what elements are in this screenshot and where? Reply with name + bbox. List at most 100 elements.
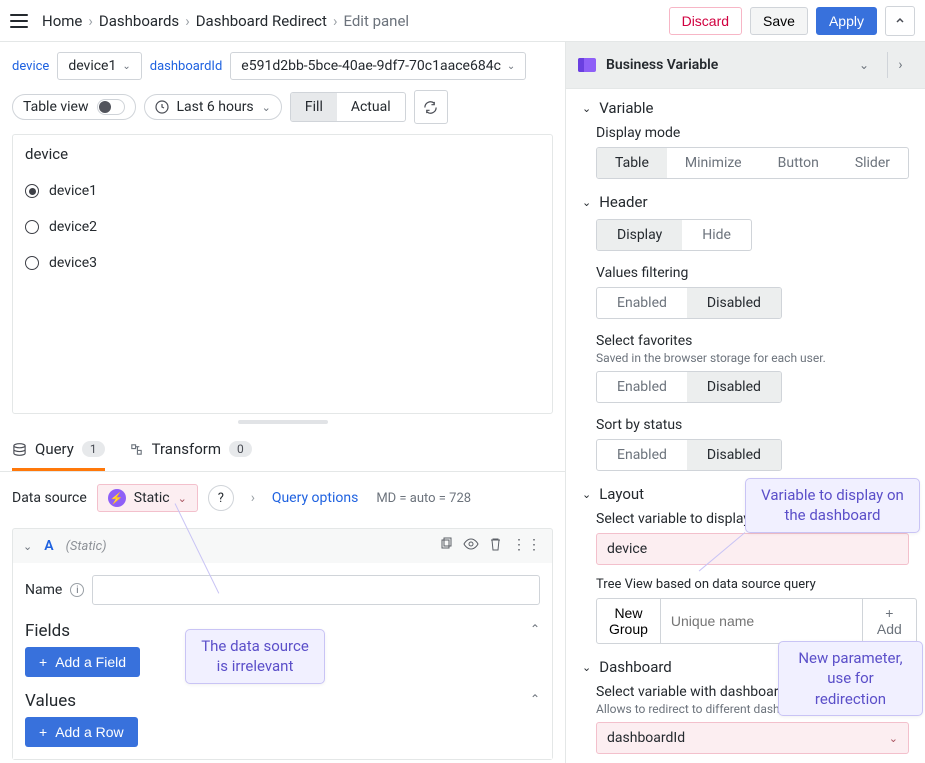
- header-display[interactable]: Display: [597, 220, 682, 250]
- var-device-select[interactable]: device1 ⌄: [57, 52, 141, 80]
- datasource-label: Data source: [12, 490, 87, 506]
- query-name-row: Name i: [25, 575, 540, 605]
- left-pane: device device1 ⌄ dashboardId e591d2bb-5b…: [0, 42, 565, 763]
- var-dashboard-label[interactable]: dashboardId: [150, 59, 223, 74]
- var-device-label[interactable]: device: [12, 59, 49, 74]
- collapse-panel-button[interactable]: [885, 6, 915, 36]
- refresh-button[interactable]: [414, 90, 448, 124]
- new-group-button[interactable]: New Group: [596, 598, 661, 644]
- sf-enabled[interactable]: Enabled: [597, 372, 687, 402]
- bottom-tabs: Query 1 Transform 0: [0, 428, 565, 472]
- add-field-label: Add a Field: [55, 654, 126, 670]
- chevron-down-icon[interactable]: ⌄: [851, 52, 877, 78]
- variable-picker-row: device device1 ⌄ dashboardId e591d2bb-5b…: [0, 42, 565, 86]
- add-row-label: Add a Row: [55, 724, 123, 740]
- query-type: (Static): [66, 539, 107, 554]
- mode-table[interactable]: Table: [597, 148, 667, 178]
- time-range-picker[interactable]: Last 6 hours ⌄: [144, 94, 282, 120]
- select-variable-dropdown[interactable]: device: [596, 533, 909, 565]
- device-option-label: device1: [49, 183, 97, 199]
- select-favorites-group: Enabled Disabled: [596, 371, 782, 403]
- chevron-down-icon: ⌄: [178, 492, 187, 505]
- chevron-down-icon: ⌄: [582, 196, 591, 209]
- chevron-down-icon[interactable]: ⌄: [23, 540, 32, 553]
- device-option-1[interactable]: device1: [13, 173, 552, 209]
- query-action-icons: ⋮⋮: [439, 537, 542, 555]
- tab-transform[interactable]: Transform 0: [129, 428, 252, 471]
- eye-icon[interactable]: [463, 537, 479, 555]
- copy-icon[interactable]: [439, 537, 453, 555]
- tab-transform-badge: 0: [229, 441, 252, 457]
- query-name[interactable]: A: [44, 538, 53, 554]
- annotation-datasource: The data source is irrelevant: [185, 629, 325, 684]
- crumb-dashboards[interactable]: Dashboards: [99, 12, 179, 30]
- section-title: Dashboard: [599, 658, 672, 676]
- mode-minimize[interactable]: Minimize: [667, 148, 760, 178]
- annotation-variable-display: Variable to display on the dashboard: [745, 478, 920, 533]
- drag-handle-icon[interactable]: ⋮⋮: [512, 537, 542, 555]
- tab-query-label: Query: [35, 440, 74, 458]
- chevron-up-icon[interactable]: ⌃: [530, 622, 540, 636]
- fill-actual-toggle[interactable]: Fill Actual: [290, 92, 406, 122]
- actual-option[interactable]: Actual: [337, 93, 405, 121]
- section-variable: ⌄ Variable Display mode Table Minimize B…: [566, 89, 925, 183]
- sort-status-group: Enabled Disabled: [596, 439, 782, 471]
- chevron-down-icon: ⌄: [889, 732, 898, 745]
- save-button[interactable]: Save: [750, 7, 808, 35]
- display-mode-label: Display mode: [596, 125, 909, 141]
- vf-enabled[interactable]: Enabled: [597, 288, 687, 318]
- values-heading: Values: [25, 691, 76, 711]
- add-field-button[interactable]: + Add a Field: [25, 647, 140, 677]
- expand-icon[interactable]: ›: [887, 52, 913, 78]
- add-group-button[interactable]: + Add: [863, 598, 917, 644]
- crumb-home[interactable]: Home: [42, 12, 82, 30]
- sort-enabled[interactable]: Enabled: [597, 440, 687, 470]
- tab-transform-label: Transform: [152, 440, 221, 458]
- tree-view-desc: Tree View based on data source query: [596, 577, 909, 592]
- refresh-icon: [423, 100, 438, 115]
- header-hide[interactable]: Hide: [682, 220, 751, 250]
- resize-handle[interactable]: [0, 420, 565, 424]
- device-option-2[interactable]: device2: [13, 209, 552, 245]
- query-name-input[interactable]: [92, 575, 540, 605]
- device-option-3[interactable]: device3: [13, 245, 552, 281]
- var-dashboard-value: e591d2bb-5bce-40ae-9df7-70c1aace684c: [241, 58, 501, 74]
- fields-heading: Fields: [25, 621, 70, 641]
- info-icon[interactable]: i: [70, 583, 84, 597]
- section-title: Layout: [599, 485, 644, 503]
- chevron-down-icon: ⌄: [262, 101, 271, 114]
- add-row-button[interactable]: + Add a Row: [25, 717, 138, 747]
- unique-name-input[interactable]: [661, 598, 863, 644]
- tab-query[interactable]: Query 1: [12, 428, 105, 471]
- section-variable-header[interactable]: ⌄ Variable: [582, 99, 909, 117]
- table-view-toggle[interactable]: Table view: [12, 94, 136, 120]
- sf-disabled[interactable]: Disabled: [687, 372, 781, 402]
- datasource-help-button[interactable]: ?: [208, 485, 234, 511]
- section-header: ⌄ Header Display Hide Values filtering E…: [566, 183, 925, 475]
- values-filtering-label: Values filtering: [596, 265, 909, 281]
- section-header-header[interactable]: ⌄ Header: [582, 193, 909, 211]
- chevron-down-icon: ⌄: [582, 488, 591, 501]
- menu-icon[interactable]: [10, 14, 28, 28]
- apply-button[interactable]: Apply: [816, 7, 877, 35]
- chevron-up-icon[interactable]: ⌃: [530, 692, 540, 706]
- query-options-link[interactable]: Query options: [272, 490, 359, 506]
- datasource-row: Data source ⚡ Static ⌄ ? › Query options…: [0, 472, 565, 524]
- var-dashboard-select[interactable]: e591d2bb-5bce-40ae-9df7-70c1aace684c ⌄: [230, 52, 526, 80]
- vf-disabled[interactable]: Disabled: [687, 288, 781, 318]
- datasource-picker[interactable]: ⚡ Static ⌄: [97, 484, 198, 512]
- crumb-dashboard-redirect[interactable]: Dashboard Redirect: [196, 12, 327, 30]
- panel-type-icon: [578, 58, 596, 72]
- options-header[interactable]: Business Variable ⌄ ›: [566, 42, 925, 89]
- sort-disabled[interactable]: Disabled: [687, 440, 781, 470]
- panel-type-title: Business Variable: [606, 57, 841, 73]
- dashboard-uid-dropdown[interactable]: dashboardId ⌄: [596, 722, 909, 754]
- mode-button[interactable]: Button: [760, 148, 837, 178]
- plus-icon: +: [39, 724, 47, 740]
- mode-slider[interactable]: Slider: [837, 148, 908, 178]
- trash-icon[interactable]: [489, 537, 502, 555]
- device-option-label: device2: [49, 219, 97, 235]
- fill-option[interactable]: Fill: [291, 93, 337, 121]
- discard-button[interactable]: Discard: [669, 7, 742, 35]
- select-favorites-label: Select favorites: [596, 333, 909, 349]
